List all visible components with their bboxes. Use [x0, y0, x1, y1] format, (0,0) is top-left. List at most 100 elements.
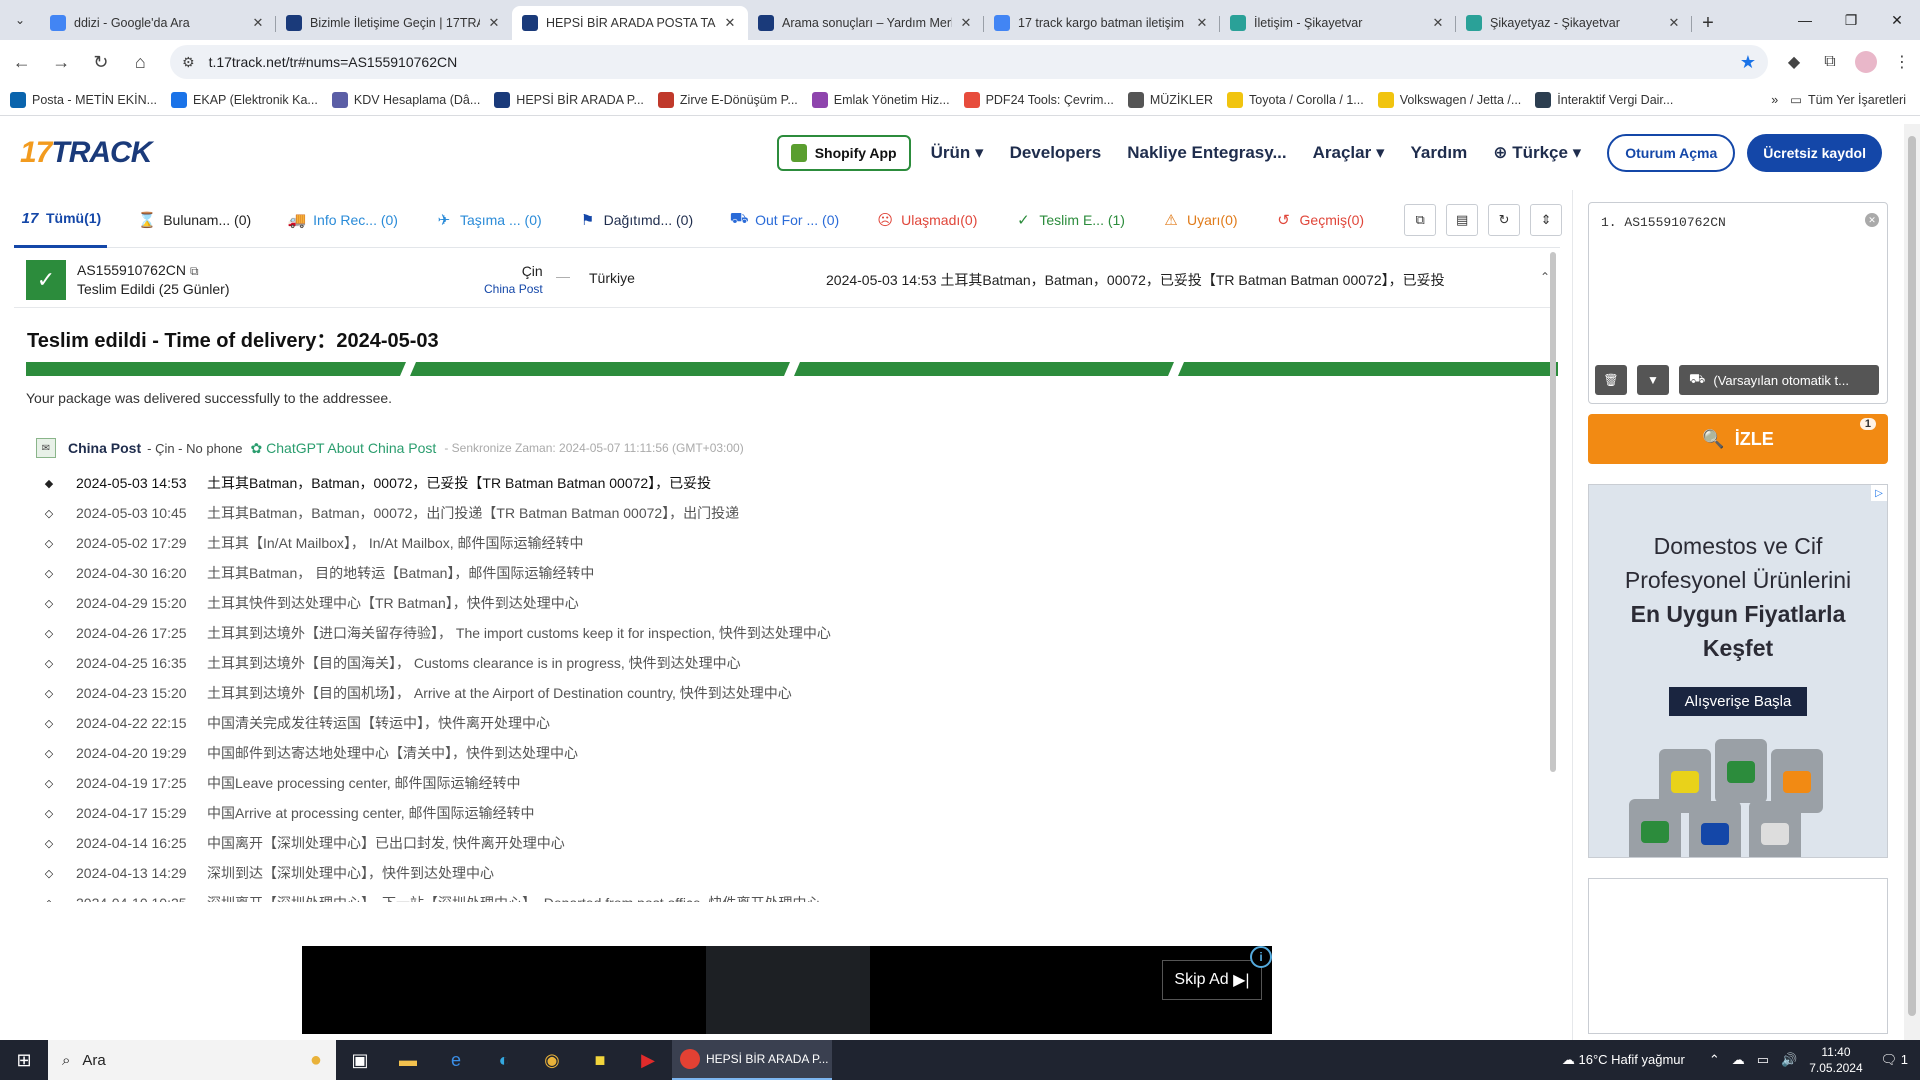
chrome-icon[interactable]: ◉	[528, 1040, 576, 1080]
bookmark-item[interactable]: MÜZİKLER	[1127, 91, 1213, 108]
bookmark-item[interactable]: KDV Hesaplama (Dâ...	[331, 91, 480, 108]
filter-pickup[interactable]: ⚑ Dağıtımd... (0)	[572, 192, 699, 248]
extension-icon[interactable]: ◆	[1776, 44, 1812, 80]
bookmark-item[interactable]: Posta - METİN EKİN...	[10, 91, 157, 108]
filter-undelivered[interactable]: ☹ Ulaşmadı(0)	[869, 192, 983, 248]
bookmark-item[interactable]: EKAP (Elektronik Ka...	[171, 91, 318, 108]
bookmark-item[interactable]: PDF24 Tools: Çevrim...	[963, 91, 1114, 108]
file-explorer-icon[interactable]: ▬	[384, 1040, 432, 1080]
close-tab-icon[interactable]: ✕	[250, 15, 266, 31]
youtube-icon[interactable]: ▶	[624, 1040, 672, 1080]
close-tab-icon[interactable]: ✕	[486, 15, 502, 31]
page-scrollbar[interactable]	[1904, 124, 1920, 1040]
copy-icon[interactable]: ⧉	[190, 264, 199, 278]
edge-icon[interactable]: ◐	[480, 1040, 528, 1080]
notification-icon[interactable]: 🗨 1	[1881, 1052, 1908, 1068]
ad-info-icon[interactable]: i	[1250, 946, 1272, 968]
tracking-result-row[interactable]: ✓ AS155910762CN ⧉ Teslim Edildi (25 Günle…	[14, 252, 1554, 308]
nav-tools[interactable]: Araçlar ▾	[1313, 143, 1385, 163]
close-tab-icon[interactable]: ✕	[1666, 15, 1682, 31]
weather-widget[interactable]: ☁ 16°C Hafif yağmur	[1562, 1052, 1685, 1068]
17track-logo[interactable]: 17TRACK	[20, 136, 152, 170]
bookmarks-overflow-button[interactable]: »	[1771, 93, 1778, 107]
volume-icon[interactable]: 🔊	[1781, 1052, 1797, 1068]
filter-alert[interactable]: ⚠ Uyarı(0)	[1155, 192, 1244, 248]
bookmark-item[interactable]: Toyota / Corolla / 1...	[1227, 91, 1364, 108]
close-tab-icon[interactable]: ✕	[958, 15, 974, 31]
page-scrollbar-thumb[interactable]	[1908, 136, 1916, 1016]
clock[interactable]: 11:40 7.05.2024	[1809, 1044, 1862, 1076]
filter-icon[interactable]: ▼	[1637, 365, 1669, 395]
chatgpt-link[interactable]: ✿ ChatGPT About China Post	[251, 440, 437, 457]
collapse-icon[interactable]: ⇕	[1530, 203, 1563, 236]
restore-button[interactable]: ❐	[1828, 0, 1874, 40]
profile-avatar[interactable]	[1848, 44, 1884, 80]
track-button[interactable]: 🔍 İZLE 1	[1588, 414, 1888, 464]
bookmark-item[interactable]: Zirve E-Dönüşüm P...	[657, 91, 798, 108]
close-tab-icon[interactable]: ✕	[722, 15, 738, 31]
new-tab-button[interactable]: +	[1692, 6, 1724, 40]
filter-out-for-delivery[interactable]: ⛟ Out For ... (0)	[723, 192, 845, 248]
sidebar-ad[interactable]: ▷ Domestos ve Cif Profesyonel Ürünlerini…	[1588, 484, 1888, 858]
back-button[interactable]: ←	[4, 44, 40, 80]
refresh-icon[interactable]: ↻	[1488, 203, 1521, 236]
bookmark-item[interactable]: Volkswagen / Jetta /...	[1377, 91, 1521, 108]
address-bar[interactable]: ⚙ t.17track.net/tr#nums=AS155910762CN ★	[170, 45, 1768, 79]
all-bookmarks-button[interactable]: ▭ Tüm Yer İşaretleri	[1790, 92, 1906, 108]
browser-tab[interactable]: ddizi - Google'da Ara ✕	[40, 6, 276, 40]
close-window-button[interactable]: ✕	[1874, 0, 1920, 40]
carrier-name[interactable]: China Post	[68, 440, 141, 456]
register-button[interactable]: Ücretsiz kaydol	[1747, 134, 1882, 172]
clear-input-icon[interactable]: ✕	[1865, 213, 1879, 227]
chevron-up-icon[interactable]: ⌃	[1709, 1052, 1720, 1068]
origin-carrier-link[interactable]: China Post	[484, 280, 543, 298]
skip-ad-button[interactable]: Skip Ad ▶|	[1162, 960, 1262, 1000]
results-scrollbar[interactable]	[1550, 252, 1556, 772]
close-tab-icon[interactable]: ✕	[1194, 15, 1210, 31]
tracking-input-text[interactable]: 1. AS155910762CN	[1601, 215, 1726, 230]
browser-tab[interactable]: Arama sonuçları – Yardım Merk ✕	[748, 6, 984, 40]
menu-kebab-icon[interactable]: ⋮	[1884, 44, 1920, 80]
ad-cta-button[interactable]: Alışverişe Başla	[1668, 687, 1808, 716]
ad-choices-icon[interactable]: ▷	[1871, 485, 1887, 501]
browser-tab[interactable]: 17 track kargo batman iletişim ✕	[984, 6, 1220, 40]
video-ad[interactable]: Skip Ad ▶| i	[302, 946, 1272, 1034]
trash-icon[interactable]: 🗑	[1595, 365, 1627, 395]
sticky-notes-icon[interactable]: ■	[576, 1040, 624, 1080]
browser-tab[interactable]: Şikayetyaz - Şikayetvar ✕	[1456, 6, 1692, 40]
windows-start-icon[interactable]: ⊞	[0, 1040, 48, 1080]
extensions-puzzle-icon[interactable]: ⧉	[1812, 44, 1848, 80]
filter-in-transit[interactable]: ✈ Taşıma ... (0)	[428, 192, 548, 248]
site-info-icon[interactable]: ⚙	[182, 54, 195, 71]
url-text[interactable]: t.17track.net/tr#nums=AS155910762CN	[209, 54, 1740, 70]
browser-tab[interactable]: İletişim - Şikayetvar ✕	[1220, 6, 1456, 40]
nav-help[interactable]: Yardım	[1411, 143, 1468, 163]
taskbar-active-chrome[interactable]: HEPSİ BİR ARADA P...	[672, 1040, 832, 1080]
close-tab-icon[interactable]: ✕	[1430, 15, 1446, 31]
nav-shipping-integration[interactable]: Nakliye Entegrasy...	[1127, 143, 1286, 163]
bookmark-item[interactable]: Emlak Yönetim Hiz...	[811, 91, 950, 108]
filter-not-found[interactable]: ⌛ Bulunam... (0)	[131, 192, 257, 248]
filter-all[interactable]: 17 Tümü(1)	[14, 192, 108, 248]
internet-explorer-icon[interactable]: e	[432, 1040, 480, 1080]
bookmark-star-icon[interactable]: ★	[1740, 52, 1756, 73]
filter-expired[interactable]: ↺ Geçmiş(0)	[1268, 192, 1371, 248]
bookmark-item[interactable]: İnteraktif Vergi Dair...	[1535, 91, 1673, 108]
language-selector[interactable]: ⊕ Türkçe ▾	[1493, 143, 1581, 163]
tracking-input-box[interactable]: 1. AS155910762CN ✕ 🗑 ▼ ⛟ (Varsayılan otom…	[1588, 202, 1888, 404]
nav-developers[interactable]: Developers	[1010, 143, 1102, 163]
carrier-select[interactable]: ⛟ (Varsayılan otomatik t...	[1679, 365, 1879, 395]
onedrive-cloud-icon[interactable]: ☁	[1732, 1052, 1745, 1068]
shopify-app-button[interactable]: Shopify App	[776, 135, 911, 171]
login-button[interactable]: Oturum Açma	[1607, 134, 1736, 172]
filter-delivered[interactable]: ✓ Teslim E... (1)	[1007, 192, 1131, 248]
minimize-button[interactable]: —	[1782, 0, 1828, 40]
forward-button[interactable]: →	[44, 44, 80, 80]
copy-all-icon[interactable]: ▤	[1446, 203, 1479, 236]
collapse-row-icon[interactable]: ⌃	[1540, 270, 1550, 284]
task-view-icon[interactable]: ▣	[336, 1040, 384, 1080]
nav-product[interactable]: Ürün ▾	[931, 143, 984, 163]
browser-tab[interactable]: Bizimle İletişime Geçin | 17TRAC ✕	[276, 6, 512, 40]
tab-search-button[interactable]: ⌄	[0, 0, 40, 40]
reload-button[interactable]: ↻	[83, 44, 119, 80]
